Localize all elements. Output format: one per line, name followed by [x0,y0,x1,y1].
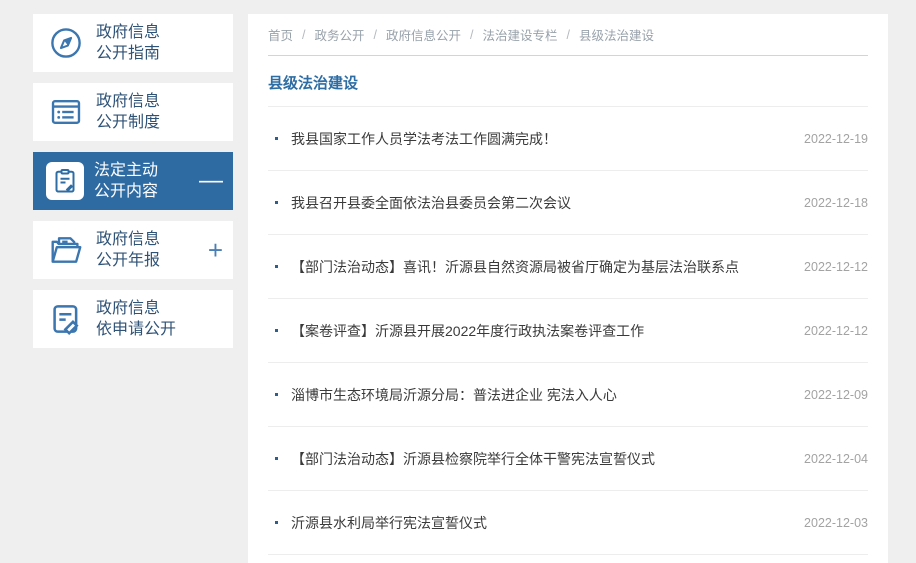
content-panel: 首页 / 政务公开 / 政府信息公开 / 法治建设专栏 / 县级法治建设 县级法治建设 我县国家… [248,14,888,563]
article-date: 2022-12-18 [804,195,868,210]
folder-icon [46,230,86,270]
sidebar-item-label-line: 政府信息 [96,93,161,110]
article-date: 2022-12-09 [804,387,868,402]
sidebar-item-label-line: 依申请公开 [96,321,177,338]
sidebar-item-statutory-disclosure[interactable]: 法定主动公开内容 — [33,152,233,210]
bullet-icon [275,201,278,204]
sidebar-item-label: 法定主动 公开内容 [94,160,158,202]
sidebar-item-annual-report[interactable]: 政府信息公开年报 + [33,221,233,279]
sidebar-item-disclosure-system[interactable]: 政府信息 公开制度 [33,83,233,141]
article-date: 2022-12-04 [804,451,868,466]
document-list-icon [46,92,86,132]
breadcrumb-separator: / [302,27,306,42]
minus-icon[interactable]: — [199,169,223,193]
article-row: 我县国家工作人员学法考法工作圆满完成！ 2022-12-19 [268,107,868,171]
article-link[interactable]: 我县国家工作人员学法考法工作圆满完成！ [291,129,788,149]
article-link[interactable]: 【部门法治动态】喜讯！沂源县自然资源局被省厅确定为基层法治联系点 [291,257,788,277]
bullet-icon [275,265,278,268]
document-pencil-icon [46,299,86,339]
article-row: 我县召开县委全面依法治县委员会第二次会议 2022-12-18 [268,171,868,235]
article-row: 【部门法治动态】沂源县检察院举行全体干警宪法宣誓仪式 2022-12-04 [268,427,868,491]
sidebar-item-label-line: 政府信息 [96,300,161,317]
sidebar-item-label: 政府信息 公开指南 [96,22,160,64]
breadcrumb-link[interactable]: 政务公开 [315,25,365,44]
article-link[interactable]: 淄博市生态环境局沂源分局：普法进企业 宪法入人心 [291,385,788,405]
clipboard-pencil-icon [46,162,84,200]
page: 政府信息 公开指南 政府信息 公开制度 法定主动 公开内容 — 政府信息 公开年报 + 政府信息 依申… [0,0,916,563]
sidebar-item-label-line: 政府信息 [96,24,161,41]
bullet-icon [275,457,278,460]
sidebar-item-disclosure-on-request[interactable]: 政府信息 依申请公开 [33,290,233,348]
article-row: 【案卷评查】沂源县开展2022年度行政执法案卷评查工作 2022-12-12 [268,299,868,363]
article-row: 淄博市生态环境局沂源分局：普法进企业 宪法入人心 2022-12-09 [268,363,868,427]
breadcrumb-separator: / [470,27,474,42]
breadcrumb: 首页 / 政务公开 / 政府信息公开 / 法治建设专栏 / 县级法治建设 [268,14,868,56]
article-date: 2022-12-03 [804,515,868,530]
article-link[interactable]: 我县召开县委全面依法治县委员会第二次会议 [291,193,788,213]
article-list: 我县国家工作人员学法考法工作圆满完成！ 2022-12-19 我县召开县委全面依法治… [268,107,868,555]
article-date: 2022-12-12 [804,259,868,274]
sidebar: 政府信息 公开指南 政府信息 公开制度 法定主动 公开内容 — 政府信息 公开年报 + 政府信息 依申… [33,14,233,359]
article-row: 【部门法治动态】喜讯！沂源县自然资源局被省厅确定为基层法治联系点 2022-12-… [268,235,868,299]
sidebar-item-label: 政府信息 依申请公开 [96,298,176,340]
plus-icon[interactable]: + [208,237,223,263]
bullet-icon [275,329,278,332]
article-row: 沂源县水利局举行宪法宣誓仪式 2022-12-03 [268,491,868,555]
article-link[interactable]: 【部门法治动态】沂源县检察院举行全体干警宪法宣誓仪式 [291,449,788,469]
bullet-icon [275,521,278,524]
sidebar-item-label-line: 公开制度 [96,114,161,131]
sidebar-item-label-line: 政府信息 [96,231,161,248]
article-date: 2022-12-12 [804,323,868,338]
breadcrumb-link[interactable]: 政府信息公开 [386,25,461,44]
article-link[interactable]: 【案卷评查】沂源县开展2022年度行政执法案卷评查工作 [291,321,788,341]
bullet-icon [275,393,278,396]
breadcrumb-separator: / [566,27,570,42]
breadcrumb-link[interactable]: 法治建设专栏 [483,25,558,44]
compass-icon [46,23,86,63]
article-link[interactable]: 沂源县水利局举行宪法宣誓仪式 [291,513,788,533]
breadcrumb-link[interactable]: 首页 [268,25,293,44]
sidebar-item-label: 政府信息 公开制度 [96,91,160,133]
article-date: 2022-12-19 [804,131,868,146]
bullet-icon [275,137,278,140]
breadcrumb-current: 县级法治建设 [579,29,655,43]
sidebar-item-disclosure-guide[interactable]: 政府信息 公开指南 [33,14,233,72]
breadcrumb-separator: / [373,27,377,42]
page-title: 县级法治建设 [268,56,868,107]
sidebar-item-label-line: 公开内容 [94,183,159,200]
sidebar-item-label-line: 公开年报 [96,252,161,269]
sidebar-item-label-line: 法定主动 [94,162,159,179]
sidebar-item-label-line: 公开指南 [96,45,161,62]
sidebar-item-label: 政府信息 公开年报 [96,229,160,271]
